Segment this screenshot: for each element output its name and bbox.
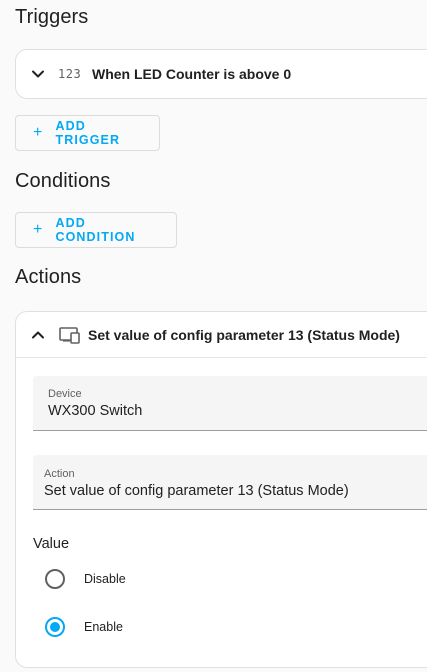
trigger-card[interactable]: 123 When LED Counter is above 0 xyxy=(15,49,427,99)
device-field[interactable]: Device WX300 Switch xyxy=(33,376,427,431)
numeric-state-icon: 123 xyxy=(58,67,82,81)
conditions-heading: Conditions xyxy=(15,170,111,192)
plus-icon: + xyxy=(33,124,44,141)
chevron-up-icon[interactable] xyxy=(28,325,48,345)
radio-option-enable[interactable]: Enable xyxy=(45,616,123,638)
action-header[interactable]: Set value of config parameter 13 (Status… xyxy=(16,312,427,358)
radio-button-enable[interactable] xyxy=(45,617,65,637)
device-icon xyxy=(58,325,82,345)
radio-button-disable[interactable] xyxy=(45,569,65,589)
action-field[interactable]: Action Set value of config parameter 13 … xyxy=(33,455,427,510)
add-trigger-label: ADD TRIGGER xyxy=(55,119,121,147)
trigger-label: When LED Counter is above 0 xyxy=(92,66,292,82)
action-field-label: Action xyxy=(44,468,75,480)
radio-label-disable: Disable xyxy=(84,572,126,586)
triggers-heading: Triggers xyxy=(15,6,89,28)
add-condition-button[interactable]: + ADD CONDITION xyxy=(15,212,177,248)
value-label: Value xyxy=(33,536,70,552)
action-card: Set value of config parameter 13 (Status… xyxy=(15,311,427,668)
device-field-value: WX300 Switch xyxy=(48,403,143,419)
chevron-down-icon[interactable] xyxy=(28,64,48,84)
plus-icon: + xyxy=(33,221,44,238)
action-label: Set value of config parameter 13 (Status… xyxy=(88,326,400,343)
add-condition-label: ADD CONDITION xyxy=(55,216,136,244)
add-trigger-button[interactable]: + ADD TRIGGER xyxy=(15,115,160,151)
radio-label-enable: Enable xyxy=(84,620,123,634)
device-field-label: Device xyxy=(48,388,82,400)
actions-heading: Actions xyxy=(15,266,82,288)
radio-option-disable[interactable]: Disable xyxy=(45,568,126,590)
action-field-value: Set value of config parameter 13 (Status… xyxy=(44,483,349,499)
